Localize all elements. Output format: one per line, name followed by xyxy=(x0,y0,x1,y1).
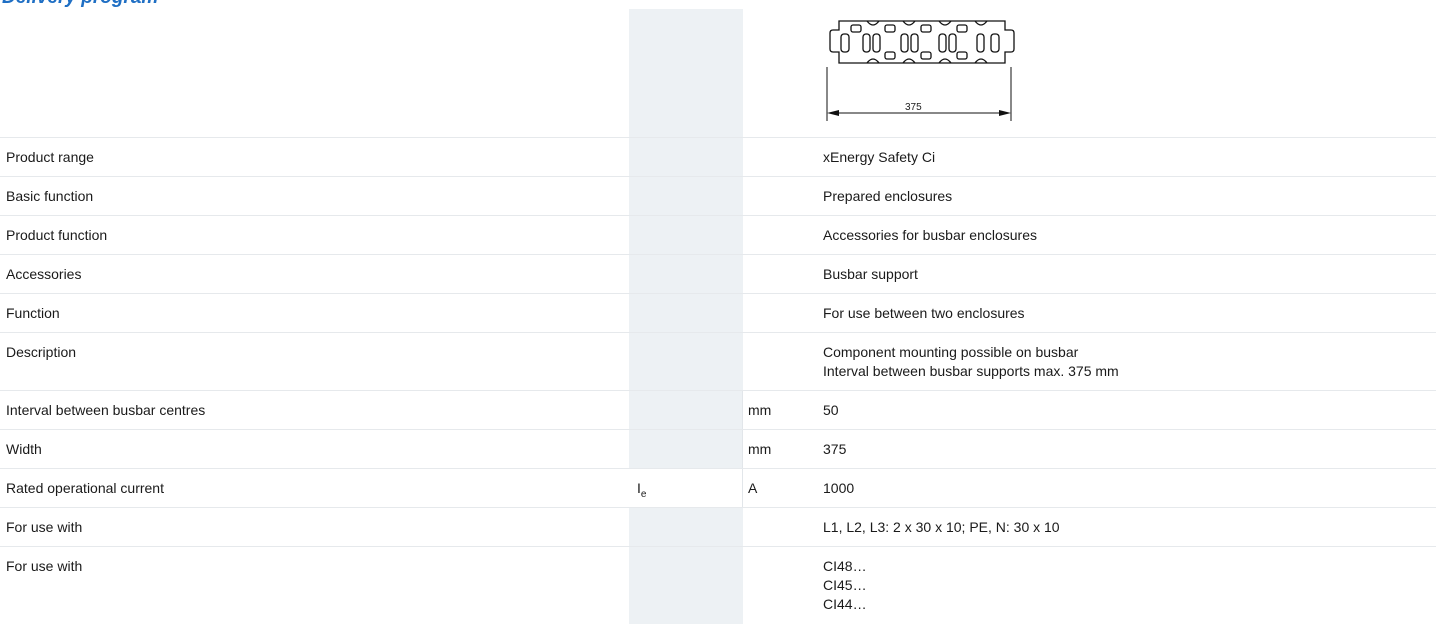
row-value-line: Interval between busbar supports max. 37… xyxy=(823,363,1119,379)
row-label: Basic function xyxy=(6,188,94,204)
row-value-line: CI45… xyxy=(823,577,867,593)
row-value: 375 xyxy=(817,430,1436,468)
row-symbol xyxy=(629,430,743,468)
row-symbol xyxy=(629,255,743,293)
row-symbol: Ie xyxy=(629,469,743,507)
row-unit xyxy=(743,255,817,293)
table-row: Accessories Busbar support xyxy=(0,254,1436,293)
row-value-line: xEnergy Safety Ci xyxy=(823,149,936,165)
row-unit: mm xyxy=(748,402,772,418)
row-unit xyxy=(743,333,817,390)
row-value-line: 1000 xyxy=(823,480,855,496)
table-row: Rated operational current Ie A 1000 xyxy=(0,468,1436,507)
row-label: For use with xyxy=(6,519,83,535)
row-value-line: Busbar support xyxy=(823,266,918,282)
row-symbol xyxy=(629,391,743,429)
row-value: Component mounting possible on busbar In… xyxy=(817,333,1436,390)
row-value-line: L1, L2, L3: 2 x 30 x 10; PE, N: 30 x 10 xyxy=(823,519,1060,535)
row-unit: A xyxy=(748,480,758,496)
row-value-line: Prepared enclosures xyxy=(823,188,953,204)
row-value-line: CI48… xyxy=(823,558,867,574)
row-label: Product range xyxy=(6,149,94,165)
drawing-row-value: 375 xyxy=(817,9,1436,137)
section-heading-text: Delivery program xyxy=(2,0,158,9)
row-value: L1, L2, L3: 2 x 30 x 10; PE, N: 30 x 10 xyxy=(817,508,1436,546)
busbar-support-drawing: 375 xyxy=(823,9,1023,129)
table-row: Product function Accessories for busbar … xyxy=(0,215,1436,254)
table-row: Description Component mounting possible … xyxy=(0,332,1436,390)
spec-table: 375 Product range xEnergy Safety Ci Basi… xyxy=(0,9,1436,624)
row-symbol xyxy=(629,177,743,215)
drawing-row-unit xyxy=(743,9,817,137)
row-value-line: 50 xyxy=(823,402,839,418)
drawing-row-symbol xyxy=(629,9,743,137)
dimension-label: 375 xyxy=(905,102,922,113)
drawing-row: 375 xyxy=(0,9,1436,137)
row-unit: mm xyxy=(748,441,772,457)
row-label: Product function xyxy=(6,227,108,243)
table-row: For use with L1, L2, L3: 2 x 30 x 10; PE… xyxy=(0,507,1436,546)
row-value: CI48… CI45… CI44… xyxy=(817,547,1436,624)
row-unit xyxy=(743,547,817,624)
row-value: For use between two enclosures xyxy=(817,294,1436,332)
row-value-line: CI44… xyxy=(823,596,867,612)
row-symbol xyxy=(629,508,743,546)
busbar-support-outline-icon xyxy=(826,20,1015,121)
table-row: For use with CI48… CI45… CI44… xyxy=(0,546,1436,624)
row-unit xyxy=(743,216,817,254)
row-label: Accessories xyxy=(6,266,82,282)
row-symbol xyxy=(629,216,743,254)
row-unit xyxy=(743,294,817,332)
table-row: Function For use between two enclosures xyxy=(0,293,1436,332)
row-label: For use with xyxy=(6,558,83,574)
row-unit xyxy=(743,177,817,215)
row-label: Width xyxy=(6,441,42,457)
table-row: Interval between busbar centres mm 50 xyxy=(0,390,1436,429)
row-label: Function xyxy=(6,305,60,321)
row-unit xyxy=(743,508,817,546)
row-value-line: Component mounting possible on busbar xyxy=(823,344,1079,360)
row-value: Busbar support xyxy=(817,255,1436,293)
row-unit xyxy=(743,138,817,176)
table-row: Basic function Prepared enclosures xyxy=(0,176,1436,215)
section-heading: Delivery program xyxy=(0,0,1436,9)
table-row: Product range xEnergy Safety Ci xyxy=(0,137,1436,176)
row-label: Interval between busbar centres xyxy=(6,402,206,418)
symbol-subscript: e xyxy=(640,489,647,500)
row-value-line: 375 xyxy=(823,441,847,457)
row-value: 1000 xyxy=(817,469,1436,507)
row-value: 50 xyxy=(817,391,1436,429)
row-value: Accessories for busbar enclosures xyxy=(817,216,1436,254)
row-value-line: Accessories for busbar enclosures xyxy=(823,227,1037,243)
row-value: xEnergy Safety Ci xyxy=(817,138,1436,176)
row-value: Prepared enclosures xyxy=(817,177,1436,215)
table-row: Width mm 375 xyxy=(0,429,1436,468)
row-symbol xyxy=(629,333,743,390)
row-symbol xyxy=(629,138,743,176)
row-symbol xyxy=(629,294,743,332)
drawing-row-label xyxy=(0,9,629,137)
row-symbol xyxy=(629,547,743,624)
row-value-line: For use between two enclosures xyxy=(823,305,1025,321)
row-label: Description xyxy=(6,344,77,360)
row-label: Rated operational current xyxy=(6,480,164,496)
